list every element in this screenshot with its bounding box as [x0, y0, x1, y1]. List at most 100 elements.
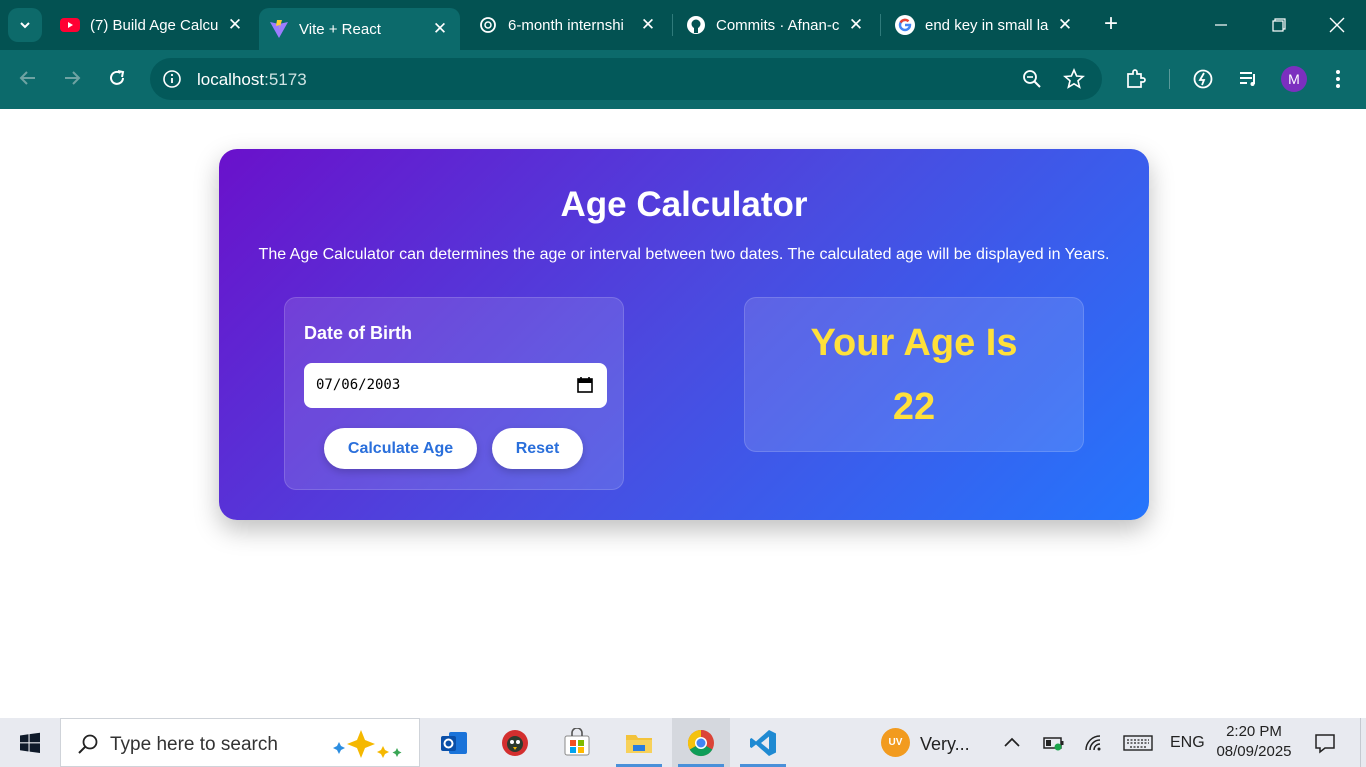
close-icon[interactable]: ✕ — [1055, 15, 1075, 35]
search-placeholder: Type here to search — [110, 734, 278, 755]
taskbar-search[interactable]: Type here to search — [60, 718, 420, 767]
vite-icon — [270, 20, 288, 38]
language-indicator[interactable]: ENG — [1170, 734, 1205, 752]
dob-panel: Date of Birth 07/06/2003 Calculate Age R… — [284, 297, 624, 490]
web-page: Age Calculator The Age Calculator can de… — [0, 109, 1366, 718]
url-port: :5173 — [264, 70, 307, 89]
extensions-icon[interactable] — [1125, 68, 1147, 90]
url-text[interactable]: localhost:5173 — [197, 70, 307, 90]
arrow-left-icon — [19, 71, 35, 85]
tab-chatgpt[interactable]: 6-month internshi ✕ — [468, 8, 668, 42]
tab-google[interactable]: end key in small la ✕ — [885, 8, 1085, 42]
folder-icon — [626, 734, 652, 753]
tab-vite-react[interactable]: Vite + React ✕ — [259, 8, 460, 50]
weather-text: Very... — [920, 734, 970, 754]
menu-kebab-icon[interactable] — [1330, 68, 1346, 90]
outlook-icon — [441, 731, 467, 754]
taskbar-chrome[interactable] — [672, 718, 730, 767]
close-icon[interactable]: ✕ — [430, 19, 450, 39]
taskbar-store[interactable] — [548, 718, 606, 767]
chrome-icon — [687, 729, 714, 756]
close-icon — [1329, 17, 1345, 33]
page-title: Age Calculator — [560, 185, 808, 224]
bookmark-star-icon[interactable] — [1063, 68, 1085, 90]
tab-separator — [672, 14, 673, 36]
taskbar-app-bird[interactable] — [486, 718, 544, 767]
keyboard-icon[interactable] — [1123, 735, 1153, 751]
new-tab-button[interactable]: + — [1099, 12, 1123, 36]
store-icon — [564, 727, 590, 755]
show-desktop-button[interactable] — [1360, 718, 1366, 767]
start-button[interactable] — [0, 718, 60, 767]
browser-toolbar: localhost:5173 M — [0, 50, 1366, 107]
profile-avatar[interactable]: M — [1281, 66, 1307, 92]
notifications-icon[interactable] — [1314, 732, 1336, 754]
tab-github[interactable]: Commits · Afnan-c ✕ — [676, 8, 876, 42]
age-calculator-card: Age Calculator The Age Calculator can de… — [219, 149, 1149, 520]
tab-search-button[interactable] — [8, 8, 42, 42]
tab-title: end key in small la — [925, 16, 1049, 34]
dob-label: Date of Birth — [304, 323, 412, 343]
close-icon[interactable]: ✕ — [846, 15, 866, 35]
clock-time: 2:20 PM — [1226, 723, 1282, 740]
profile-initial: M — [1288, 71, 1300, 87]
taskbar-clock[interactable]: 2:20 PM 08/09/2025 — [1208, 722, 1300, 762]
close-window-button[interactable] — [1308, 0, 1366, 50]
restore-button[interactable] — [1250, 0, 1308, 50]
result-value: 22 — [892, 386, 936, 428]
tab-title: Commits · Afnan-c — [716, 16, 840, 34]
youtube-icon — [60, 18, 80, 32]
tab-title: (7) Build Age Calcu — [90, 16, 219, 34]
close-icon[interactable]: ✕ — [225, 15, 245, 35]
reload-button[interactable] — [102, 63, 132, 93]
site-info-icon[interactable] — [162, 69, 182, 89]
taskbar-file-explorer[interactable] — [610, 718, 668, 767]
chevron-down-icon — [20, 22, 30, 29]
app-description: The Age Calculator can determines the ag… — [258, 246, 1110, 263]
media-controls-icon[interactable] — [1237, 68, 1259, 90]
calculate-age-button[interactable]: Calculate Age — [324, 428, 477, 469]
toolbar-separator — [1169, 69, 1170, 89]
clock-date: 08/09/2025 — [1216, 743, 1292, 760]
reset-button[interactable]: Reset — [492, 428, 583, 469]
bird-app-icon — [502, 729, 528, 756]
taskbar-vscode[interactable] — [734, 718, 792, 767]
wifi-icon[interactable] — [1083, 733, 1105, 753]
performance-icon[interactable] — [1192, 68, 1214, 90]
restore-icon — [1272, 18, 1286, 32]
taskbar: Type here to search UV Very... ENG 2:20 … — [0, 718, 1366, 767]
result-label: Your Age Is — [810, 322, 1018, 364]
vscode-icon — [750, 729, 776, 756]
github-icon — [687, 16, 705, 34]
copilot-sparkle-icon[interactable] — [329, 728, 409, 760]
chatgpt-icon — [480, 17, 496, 33]
weather-widget[interactable]: UV Very... — [878, 728, 978, 758]
calendar-icon[interactable] — [577, 377, 593, 393]
zoom-icon[interactable] — [1022, 69, 1042, 89]
close-icon[interactable]: ✕ — [638, 15, 658, 35]
back-button[interactable] — [13, 63, 43, 93]
weather-badge-text: UV — [888, 737, 903, 748]
browser-tab-bar: (7) Build Age Calcu ✕ Vite + React ✕ 6-m… — [0, 0, 1366, 50]
tab-title: 6-month internshi — [508, 16, 624, 34]
forward-button[interactable] — [57, 63, 87, 93]
battery-icon[interactable] — [1043, 735, 1065, 751]
arrow-right-icon — [65, 71, 81, 85]
minimize-icon — [1215, 24, 1227, 26]
tab-title: Vite + React — [299, 20, 381, 38]
dob-date-input[interactable]: 07/06/2003 — [304, 363, 607, 408]
tab-separator — [880, 14, 881, 36]
tab-youtube[interactable]: (7) Build Age Calcu ✕ — [50, 8, 255, 42]
google-icon — [895, 15, 915, 35]
taskbar-outlook[interactable] — [425, 718, 483, 767]
reload-icon — [110, 70, 125, 85]
address-bar[interactable]: localhost:5173 — [150, 58, 1102, 100]
windows-logo-icon — [20, 732, 40, 753]
result-panel: Your Age Is 22 — [744, 297, 1084, 452]
dob-value: 07/06/2003 — [316, 377, 401, 393]
minimize-button[interactable] — [1192, 0, 1250, 50]
url-host: localhost — [197, 70, 265, 89]
search-icon — [78, 734, 98, 754]
chevron-up-icon[interactable] — [1003, 735, 1021, 749]
weather-badge: UV — [881, 728, 910, 757]
